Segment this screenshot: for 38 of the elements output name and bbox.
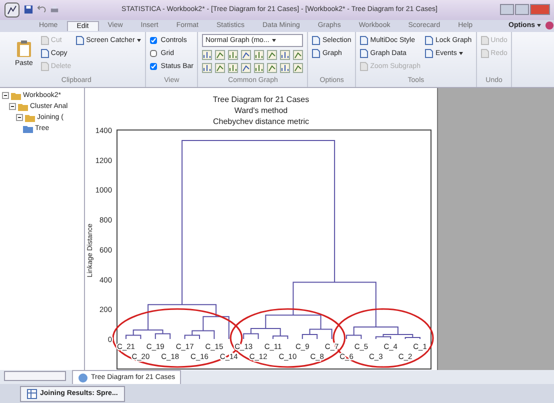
- chart-title: Ward's method: [234, 106, 288, 116]
- chart-title: Tree Diagram for 21 Cases: [212, 95, 310, 104]
- chart-icon[interactable]: [293, 50, 304, 60]
- chart-icon[interactable]: [215, 50, 226, 60]
- collapse-toggle[interactable]: [9, 103, 16, 110]
- chart-icon[interactable]: [254, 63, 264, 74]
- chart-icon[interactable]: [228, 50, 238, 60]
- scroll-bar[interactable]: [4, 371, 66, 382]
- chart-icon[interactable]: [280, 50, 290, 60]
- chart-icon[interactable]: [241, 63, 252, 74]
- save-icon[interactable]: [24, 5, 33, 14]
- collapse-toggle[interactable]: [2, 92, 9, 100]
- checkbox[interactable]: [150, 50, 157, 57]
- chart-icon[interactable]: [293, 63, 304, 74]
- chart-icon[interactable]: [202, 63, 212, 74]
- collapse-toggle[interactable]: [16, 114, 23, 122]
- chart-icon[interactable]: [267, 63, 278, 74]
- chart-icon[interactable]: [241, 50, 252, 60]
- app-icon[interactable]: [4, 2, 20, 18]
- caret-icon: [537, 24, 541, 28]
- caret-icon: [136, 38, 141, 42]
- close-button[interactable]: [530, 4, 550, 16]
- chart-icon[interactable]: [202, 50, 212, 60]
- checkbox[interactable]: [150, 62, 157, 70]
- clipboard-icon: [16, 40, 32, 58]
- page-icon: [76, 36, 84, 45]
- spreadsheet-icon: [27, 388, 37, 399]
- caret-icon: [272, 38, 276, 42]
- chart-title: Chebychev distance metric: [212, 117, 310, 126]
- chart-icon[interactable]: [228, 63, 238, 74]
- chart-icon[interactable]: [267, 50, 278, 60]
- caret-icon: [458, 52, 463, 55]
- checkbox[interactable]: [150, 36, 157, 44]
- undo-icon[interactable]: [37, 5, 46, 14]
- chart-icon[interactable]: [254, 50, 264, 60]
- printer-icon[interactable]: [50, 5, 59, 14]
- chart-icon[interactable]: [280, 63, 290, 74]
- chart-icon[interactable]: [215, 63, 226, 74]
